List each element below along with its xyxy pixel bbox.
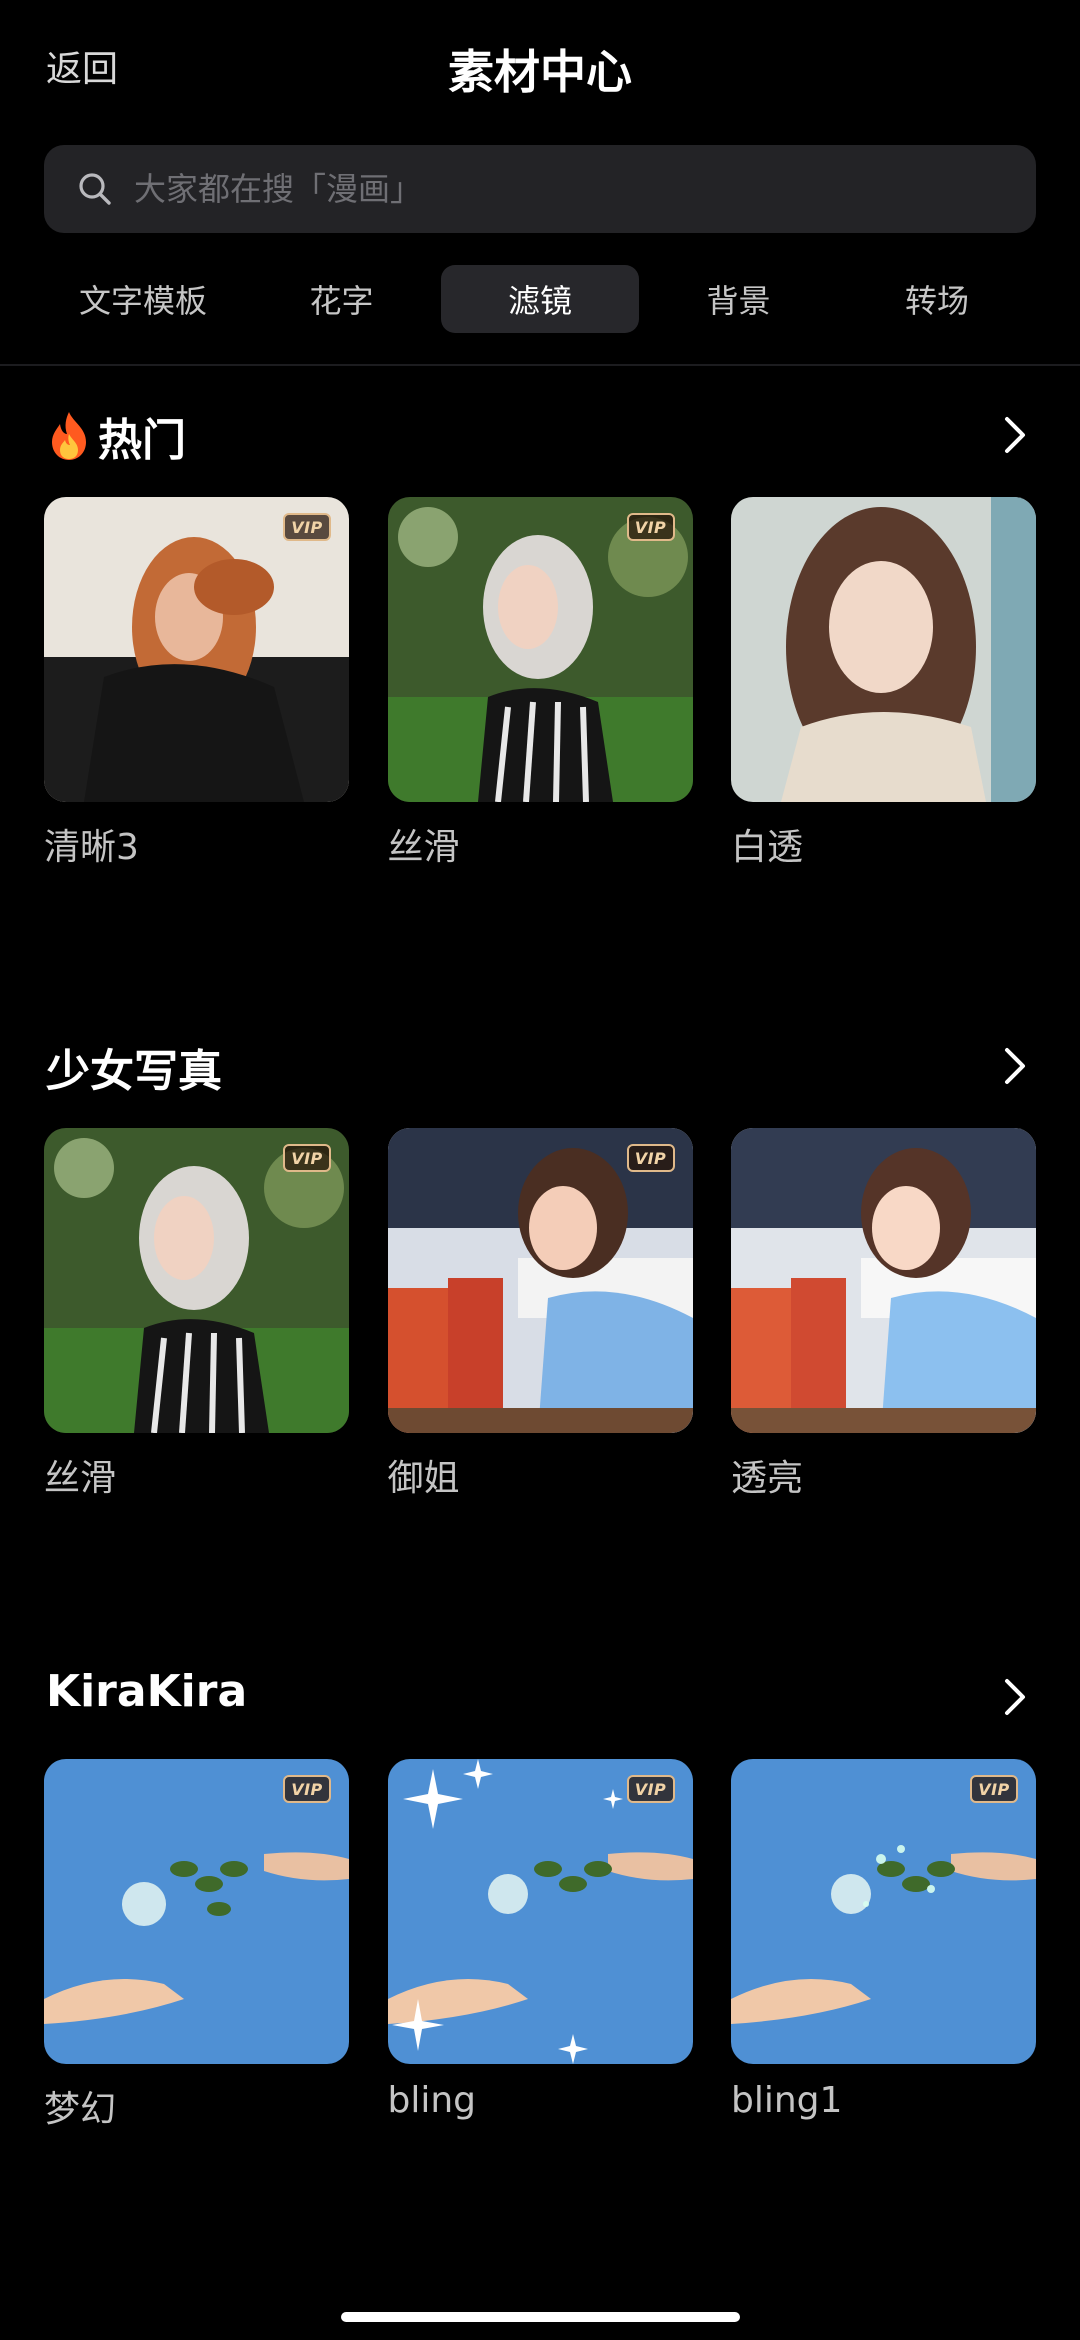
filter-label: bling [387, 2080, 477, 2121]
filter-card[interactable]: VIP 御姐 [387, 1128, 693, 1501]
filter-thumbnail [731, 497, 1036, 802]
tab-text-template[interactable]: 文字模板 [44, 265, 242, 333]
chevron-right-icon [1005, 1679, 1025, 1715]
vip-badge: VIP [283, 1775, 331, 1803]
home-indicator[interactable] [341, 2312, 740, 2322]
section-title: 热门 [46, 404, 186, 468]
vip-badge: VIP [626, 1775, 675, 1803]
filter-card[interactable]: VIP bling1 [731, 1759, 1036, 2132]
section-girl-portrait: 少女写真 VIP 丝滑 VIP 御姐 透亮 [0, 1031, 1080, 1499]
section-title: 少女写真 [46, 1046, 222, 1097]
section-header: 少女写真 [0, 1031, 1080, 1101]
filter-card[interactable]: VIP bling [387, 1759, 693, 2132]
vip-badge: VIP [970, 1775, 1018, 1803]
section-title-text: 热门 [98, 415, 186, 466]
filter-grid: VIP 梦幻 VIP bling VIP bling1 [44, 1759, 1036, 2132]
vip-badge: VIP [626, 1144, 675, 1172]
vip-badge: VIP [626, 513, 675, 541]
filter-label: 白透 [731, 827, 804, 868]
filter-thumbnail [731, 1128, 1036, 1433]
section-more-button[interactable] [990, 410, 1040, 460]
chevron-right-icon [1005, 417, 1025, 453]
divider [0, 364, 1080, 366]
search-input[interactable] [132, 169, 1036, 209]
section-hot: 热门 VIP 清晰3 VIP 丝滑 白透 [0, 400, 1080, 868]
chevron-right-icon [1005, 1048, 1025, 1084]
filter-thumbnail: VIP [387, 1128, 693, 1433]
section-header: KiraKira [0, 1662, 1080, 1732]
filter-card[interactable]: 白透 [731, 497, 1036, 870]
fire-icon [46, 410, 92, 462]
filter-thumbnail: VIP [44, 1128, 349, 1433]
category-tabs: 文字模板 花字 滤镜 背景 转场 [44, 265, 1036, 333]
section-more-button[interactable] [990, 1041, 1040, 1091]
filter-card[interactable]: VIP 梦幻 [44, 1759, 349, 2132]
header: 返回 素材中心 [0, 0, 1080, 140]
filter-label: 清晰3 [44, 827, 139, 868]
tab-filter[interactable]: 滤镜 [441, 265, 639, 333]
filter-card[interactable]: VIP 丝滑 [44, 1128, 349, 1501]
filter-thumbnail: VIP [731, 1759, 1036, 2064]
vip-badge: VIP [283, 513, 331, 541]
tab-transition[interactable]: 转场 [838, 265, 1036, 333]
section-header: 热门 [0, 400, 1080, 470]
page-title: 素材中心 [448, 45, 632, 99]
section-kirakira: KiraKira VIP 梦幻 VIP bling VIP bling1 [0, 1662, 1080, 2130]
filter-label: bling1 [731, 2080, 843, 2121]
search-icon [72, 166, 118, 212]
filter-card[interactable]: VIP 清晰3 [44, 497, 349, 870]
filter-grid: VIP 清晰3 VIP 丝滑 白透 [44, 497, 1036, 870]
filter-card[interactable]: 透亮 [731, 1128, 1036, 1501]
section-more-button[interactable] [990, 1672, 1040, 1722]
tab-fancy-text[interactable]: 花字 [243, 265, 441, 333]
vip-badge: VIP [283, 1144, 331, 1172]
tab-background[interactable]: 背景 [640, 265, 838, 333]
filter-thumbnail: VIP [387, 1759, 693, 2064]
filter-thumbnail: VIP [387, 497, 693, 802]
section-title: KiraKira [46, 1666, 248, 1717]
filter-label: 梦幻 [44, 2089, 117, 2130]
search-bar[interactable] [44, 145, 1036, 233]
filter-label: 丝滑 [44, 1458, 117, 1499]
filter-label: 丝滑 [387, 827, 460, 868]
filter-grid: VIP 丝滑 VIP 御姐 透亮 [44, 1128, 1036, 1501]
filter-label: 御姐 [387, 1458, 460, 1499]
filter-label: 透亮 [731, 1458, 804, 1499]
filter-thumbnail: VIP [44, 497, 349, 802]
filter-thumbnail: VIP [44, 1759, 349, 2064]
filter-card[interactable]: VIP 丝滑 [387, 497, 693, 870]
